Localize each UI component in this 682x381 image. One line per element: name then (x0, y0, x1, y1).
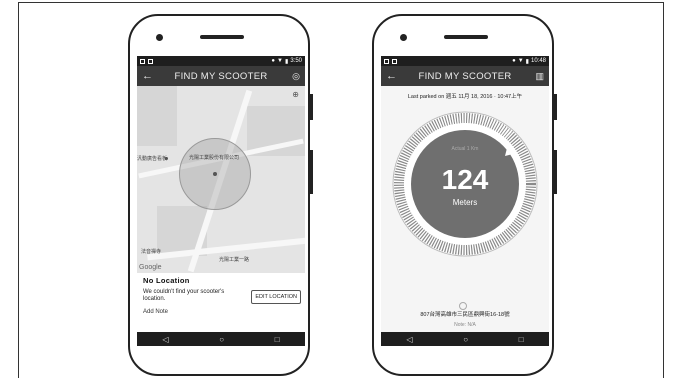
nav-recent-icon[interactable]: □ (275, 335, 280, 344)
nav-recent-icon[interactable]: □ (519, 335, 524, 344)
map-label-road: 光陽工業一路 (219, 257, 250, 263)
map-view[interactable]: 汎動廣告看板 光陽工業股份有限公司 法音禪寺 光陽工業一路 ⊕ Google (137, 86, 305, 273)
add-note-link[interactable]: Add Note (143, 309, 299, 315)
location-info-panel: No Location We couldn't find your scoote… (137, 273, 305, 322)
last-parked-text: Last parked on 週五 11月 18, 2016 · 10:47上午 (407, 94, 523, 100)
map-label-company: 光陽工業股份有限公司 (189, 155, 240, 161)
google-logo: Google (139, 264, 162, 271)
screen-find-no-location: ● ▼ ▮ 3:50 ← FIND MY SCOOTER ◎ 汎動廣告看板 光陽… (137, 56, 305, 346)
distance-unit: Meters (452, 198, 478, 207)
location-icon: ● (271, 58, 276, 64)
earpiece-speaker (200, 35, 244, 39)
power-button (309, 94, 313, 120)
wifi-icon: ▼ (517, 58, 524, 64)
phone-left: ● ▼ ▮ 3:50 ← FIND MY SCOOTER ◎ 汎動廣告看板 光陽… (128, 14, 313, 376)
power-button (553, 94, 557, 120)
status-bar: ● ▼ ▮ 3:50 (137, 56, 305, 66)
back-arrow-icon[interactable]: ← (142, 70, 156, 82)
android-nav-bar: ◁ ○ □ (381, 332, 549, 346)
page-title: FIND MY SCOOTER (418, 70, 512, 82)
volume-button (553, 150, 557, 194)
status-bar: ● ▼ ▮ 10:48 (381, 56, 549, 66)
status-time: 3:50 (290, 58, 302, 64)
pin-icon (459, 302, 467, 310)
notification-icon (148, 58, 153, 64)
front-camera (156, 34, 163, 41)
map-label-shop: 汎動廣告看板 (137, 156, 168, 162)
map-block (137, 86, 177, 146)
location-icon: ● (512, 58, 516, 64)
nav-back-icon[interactable]: ◁ (162, 335, 168, 344)
wifi-icon: ▼ (277, 58, 283, 64)
nav-home-icon[interactable]: ○ (219, 335, 224, 344)
notification-icon (140, 58, 145, 64)
earpiece-speaker (444, 35, 488, 39)
figure-frame (18, 2, 664, 378)
location-message: We couldn't find your scooter's location… (143, 289, 225, 302)
page-title: FIND MY SCOOTER (174, 70, 268, 82)
parked-address: 807台灣高雄市三民區鼎興街16-18號 (420, 312, 510, 318)
phone-right: ● ▼ ▮ 10:48 ← FIND MY SCOOTER ▥ Last par… (372, 14, 557, 376)
refresh-icon[interactable]: ◎ (292, 71, 300, 82)
edit-location-button[interactable]: EDIT LOCATION (251, 290, 301, 304)
location-marker (213, 172, 217, 176)
map-label-temple: 法音禪寺 (141, 249, 162, 255)
front-camera (400, 34, 407, 41)
app-bar: ← FIND MY SCOOTER ▥ (381, 66, 549, 86)
compass-panel: Last parked on 週五 11月 18, 2016 · 10:47上午… (381, 86, 549, 332)
back-arrow-icon[interactable]: ← (386, 70, 400, 82)
parked-note: Note: N/A (454, 322, 476, 328)
nav-back-icon[interactable]: ◁ (406, 335, 412, 344)
map-icon[interactable]: ▥ (535, 71, 544, 82)
android-nav-bar: ◁ ○ □ (137, 332, 305, 346)
status-time: 10:48 (530, 58, 546, 64)
battery-icon: ▮ (285, 58, 289, 65)
nav-home-icon[interactable]: ○ (463, 335, 468, 344)
distance-value: 124 (441, 164, 489, 195)
notification-icon (384, 58, 389, 64)
battery-icon: ▮ (525, 58, 529, 65)
volume-button (309, 150, 313, 194)
app-bar: ← FIND MY SCOOTER ◎ (137, 66, 305, 86)
notification-icon (392, 58, 397, 64)
location-heading: No Location (143, 276, 190, 285)
my-location-icon[interactable]: ⊕ (292, 90, 299, 99)
compass-header: Actual 1 Km (451, 146, 479, 152)
screen-find-compass: ● ▼ ▮ 10:48 ← FIND MY SCOOTER ▥ Last par… (381, 56, 549, 346)
